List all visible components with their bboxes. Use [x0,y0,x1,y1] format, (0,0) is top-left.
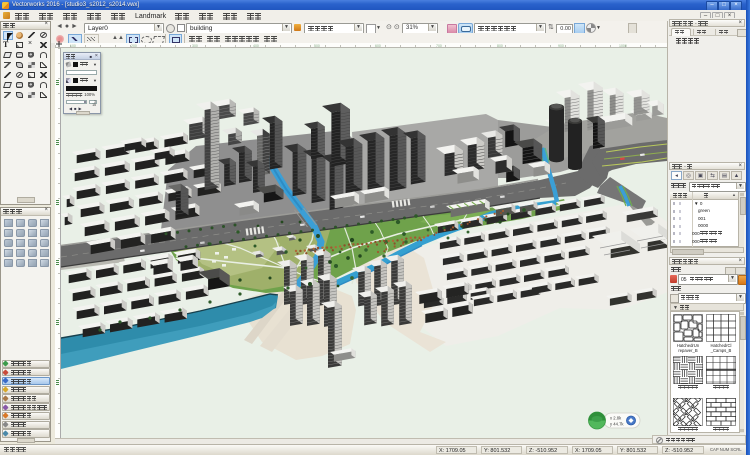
svg-text:y 44.7k: y 44.7k [610,422,624,427]
svg-text:x 2.8k: x 2.8k [610,416,622,421]
